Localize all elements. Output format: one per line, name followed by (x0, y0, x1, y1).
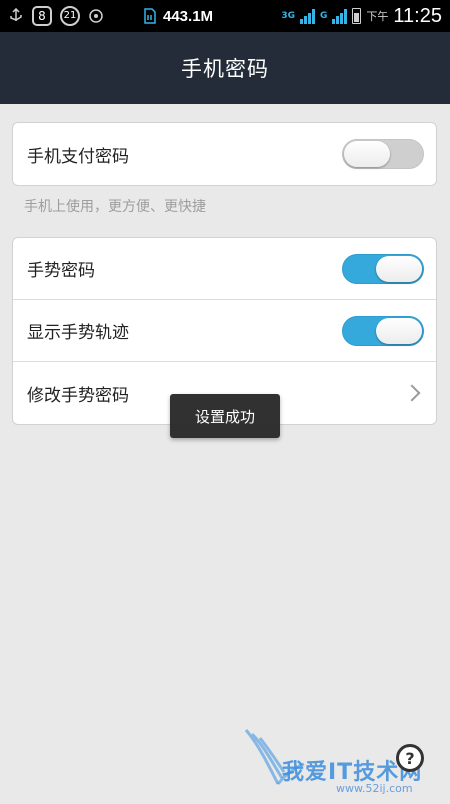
signal-icon (300, 8, 316, 24)
show-gesture-trail-toggle[interactable] (342, 315, 424, 346)
battery-icon (352, 8, 362, 24)
gesture-password-label: 手势密码 (27, 261, 95, 281)
app-header: 手机密码 (0, 32, 450, 104)
gesture-password-toggle[interactable] (342, 253, 424, 284)
time-ampm: 下午 (366, 10, 389, 23)
toggle-knob (344, 141, 390, 167)
sync-icon (88, 8, 104, 24)
usb-icon (8, 8, 24, 24)
row-show-gesture-trail[interactable]: 显示手势轨迹 (13, 300, 436, 362)
payment-hint: 手机上使用，更方便、更快捷 (24, 199, 206, 215)
show-gesture-trail-label: 显示手势轨迹 (27, 323, 129, 343)
page-title: 手机密码 (181, 57, 269, 81)
toast-message: 设置成功 (170, 394, 280, 438)
modify-gesture-password-label: 修改手势密码 (27, 385, 129, 406)
sim-icon (143, 8, 157, 24)
net-speed: 443.1M (163, 7, 214, 25)
payment-password-label: 手机支付密码 (27, 146, 129, 167)
status-bar: 8 21 443.1M 3G G 下午 11:25 (0, 0, 450, 32)
watermark-url: www.52ij.com (336, 782, 413, 795)
row-payment-password[interactable]: 手机支付密码 (13, 123, 436, 185)
circle-badge: 21 (60, 6, 80, 26)
row-gesture-password[interactable]: 手势密码 (13, 238, 436, 300)
signal-icon-2 (332, 8, 348, 24)
clock: 11:25 (393, 4, 442, 27)
help-icon[interactable]: ? (396, 744, 424, 772)
payment-password-toggle[interactable] (342, 139, 424, 169)
payment-password-card: 手机支付密码 (12, 122, 437, 186)
chevron-right-icon (403, 384, 421, 402)
notification-badge: 8 (32, 6, 52, 26)
toggle-knob (376, 255, 422, 282)
toggle-knob (376, 317, 422, 344)
network-type-3g: 3G (281, 11, 296, 21)
network-type-g: G (320, 11, 328, 21)
